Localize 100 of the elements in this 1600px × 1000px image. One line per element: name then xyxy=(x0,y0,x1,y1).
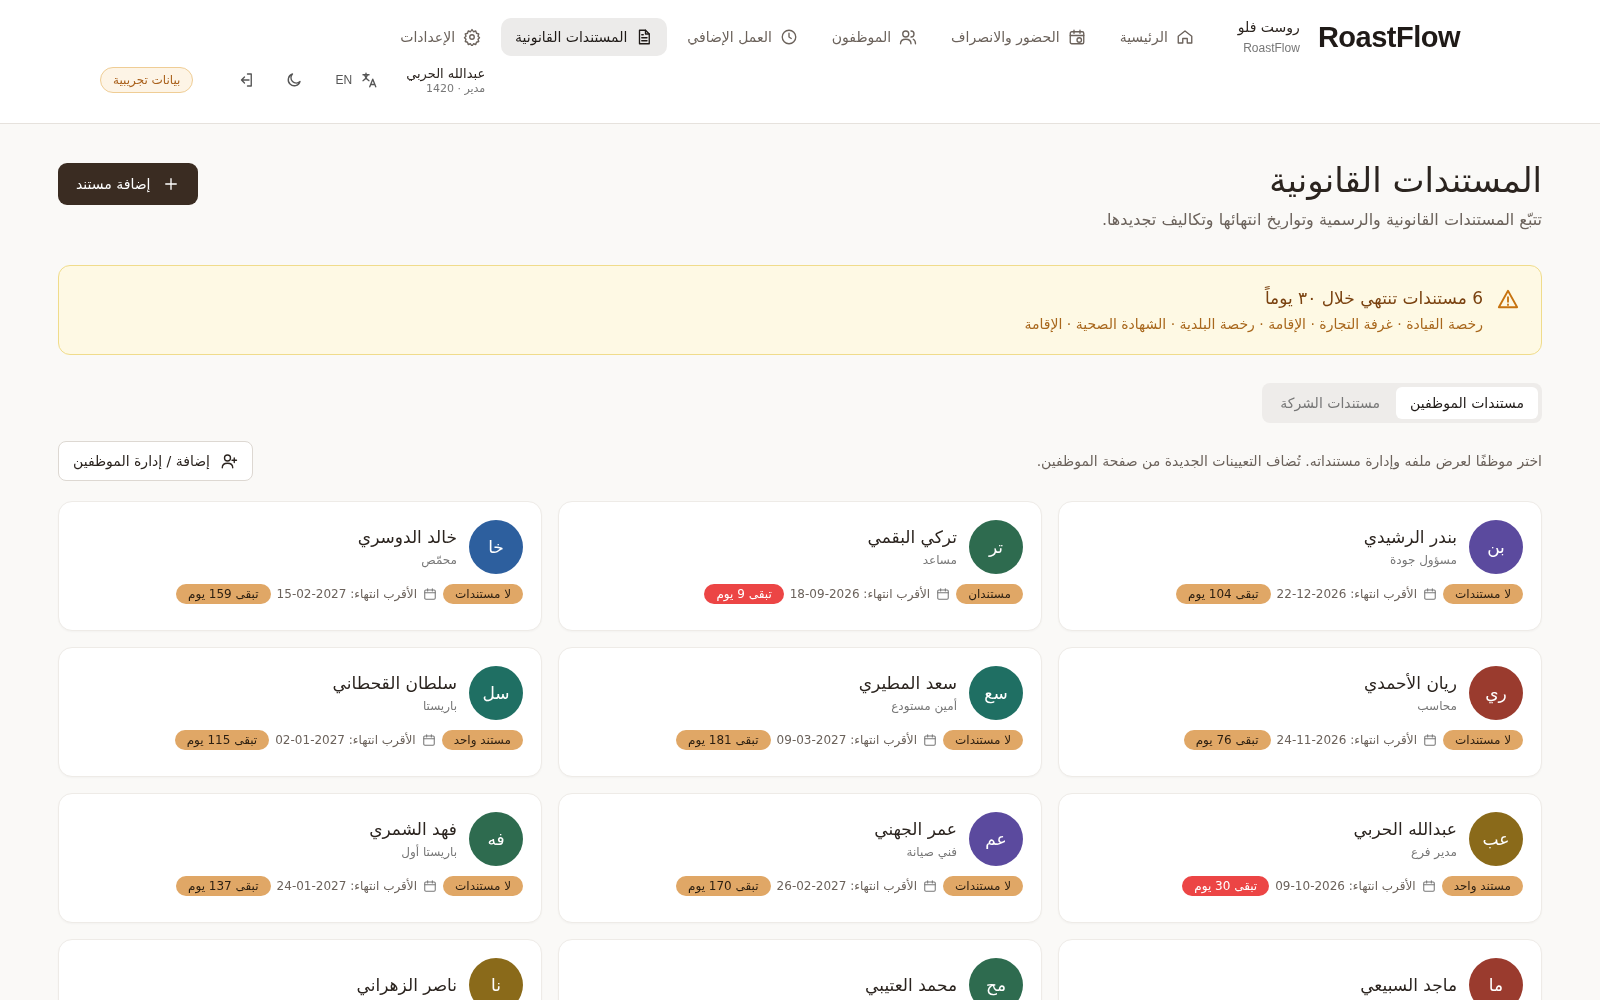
manage-employees-button[interactable]: إضافة / إدارة الموظفين xyxy=(58,441,253,481)
nav-item[interactable]: الإعدادات xyxy=(386,18,496,56)
employee-name: سعد المطيري xyxy=(858,673,957,693)
nav-item[interactable]: الحضور والانصراف xyxy=(937,18,1100,56)
avatar: سل xyxy=(469,666,523,720)
employee-role: مسؤول جودة xyxy=(1389,553,1457,567)
days-remaining: تبقى 159 يوم xyxy=(176,584,271,604)
nav-item[interactable]: المستندات القانونية xyxy=(501,18,668,56)
expiry-date: الأقرب انتهاء: 2027-03-09 xyxy=(776,733,918,747)
calendar-icon xyxy=(936,587,951,601)
expiry-date: الأقرب انتهاء: 2027-02-26 xyxy=(776,879,918,893)
avatar: بن xyxy=(1469,520,1523,574)
add-document-button[interactable]: إضافة مستند xyxy=(58,163,199,205)
employee-name: تركي البقمي xyxy=(867,527,957,547)
nav-item[interactable]: العمل الإضافي xyxy=(673,18,812,56)
employee-card[interactable]: ما ماجد السبيعي xyxy=(1058,939,1542,1000)
employee-role: مساعد xyxy=(921,553,957,567)
days-remaining: تبقى 170 يوم xyxy=(676,876,771,896)
calendar-icon xyxy=(923,879,938,893)
demo-data-badge: بيانات تجريبية xyxy=(100,67,194,94)
employee-name: سلطان القحطاني xyxy=(332,673,457,693)
user-name: عبدالله الحربي xyxy=(406,66,486,82)
employee-card[interactable]: بن بندر الرشيدي مسؤول جودة لا مستندات الأقرب انتهاء: 2026-12-22 تبقى 104 يوم xyxy=(1058,501,1542,631)
avatar: سع xyxy=(969,666,1023,720)
settings-icon xyxy=(463,28,482,46)
expiry-date: الأقرب انتهاء: 2027-01-24 xyxy=(276,879,418,893)
employee-role: محاسب xyxy=(1416,699,1457,713)
employee-role: فني صيانة xyxy=(905,845,957,859)
employee-name: محمد العتيبي xyxy=(865,975,957,995)
days-remaining: تبقى 181 يوم xyxy=(676,730,771,750)
calendar-icon xyxy=(923,733,938,747)
hint-text: اختر موظفًا لعرض ملفه وإدارة مستنداته. تُضاف التعيينات الجديدة من صفحة الموظفين. xyxy=(1036,453,1542,469)
employee-name: فهد الشمري xyxy=(369,819,457,839)
document-count: لا مستندات xyxy=(943,730,1023,750)
avatar: عم xyxy=(969,812,1023,866)
avatar: ري xyxy=(1469,666,1523,720)
employee-card[interactable]: عب عبدالله الحربي مدير فرع مستند واحد الأقرب انتهاء: 2026-10-09 تبقى 30 يوم xyxy=(1058,793,1542,923)
avatar: فه xyxy=(469,812,523,866)
calendar-icon xyxy=(1423,733,1438,747)
days-remaining: تبقى 137 يوم xyxy=(176,876,271,896)
brand-name: روست فلو xyxy=(1237,19,1300,35)
days-remaining: تبقى 30 يوم xyxy=(1182,876,1270,896)
avatar: خا xyxy=(469,520,523,574)
days-remaining: تبقى 115 يوم xyxy=(174,730,270,750)
employee-card[interactable]: سع سعد المطيري أمين مستودع لا مستندات الأقرب انتهاء: 2027-03-09 تبقى 181 يوم xyxy=(558,647,1042,777)
employee-name: ناصر الزهراني xyxy=(356,975,457,995)
alert-details: رخصة القيادة · غرفة التجارة · الإقامة · رخصة البلدية · الشهادة الصحية · الإقامة xyxy=(1024,316,1483,332)
home-icon xyxy=(1175,28,1194,46)
calendar-icon xyxy=(1421,879,1436,893)
nav-item[interactable]: الرئيسية xyxy=(1105,18,1208,56)
employee-name: عبدالله الحربي xyxy=(1353,819,1457,839)
employee-role: مدير فرع xyxy=(1409,845,1457,859)
clock-icon xyxy=(779,28,798,46)
employee-card[interactable]: نا ناصر الزهراني xyxy=(58,939,542,1000)
tab[interactable]: مستندات الموظفين xyxy=(1396,387,1538,419)
document-count: مستندان xyxy=(956,584,1023,604)
language-button[interactable]: EN xyxy=(329,70,385,91)
employee-role: محمّص xyxy=(420,553,457,567)
document-count: مستند واحد xyxy=(1441,876,1523,896)
document-count: لا مستندات xyxy=(443,876,523,896)
employee-card[interactable]: سل سلطان القحطاني باريستا مستند واحد الأقرب انتهاء: 2027-01-02 تبقى 115 يوم xyxy=(58,647,542,777)
employee-role: باريستا أول xyxy=(400,845,457,859)
expiry-date: الأقرب انتهاء: 2027-02-15 xyxy=(276,587,418,601)
logo: RoastFlow xyxy=(1317,20,1460,54)
employee-card[interactable]: عم عمر الجهني فني صيانة لا مستندات الأقرب انتهاء: 2027-02-26 تبقى 170 يوم xyxy=(558,793,1042,923)
employee-name: عمر الجهني xyxy=(874,819,957,839)
days-remaining: تبقى 9 يوم xyxy=(704,584,784,604)
avatar: نا xyxy=(469,958,523,1000)
document-count: لا مستندات xyxy=(943,876,1023,896)
user-plus-icon xyxy=(220,452,238,470)
users-icon xyxy=(899,28,918,46)
employee-card[interactable]: فه فهد الشمري باريستا أول لا مستندات الأقرب انتهاء: 2027-01-24 تبقى 137 يوم xyxy=(58,793,542,923)
document-count: لا مستندات xyxy=(443,584,523,604)
employee-role: باريستا xyxy=(421,699,457,713)
calendar-icon xyxy=(1067,28,1086,46)
document-count: لا مستندات xyxy=(1443,730,1523,750)
tab[interactable]: مستندات الشركة xyxy=(1266,387,1395,419)
days-remaining: تبقى 76 يوم xyxy=(1183,730,1271,750)
employee-card[interactable]: مح محمد العتيبي xyxy=(558,939,1042,1000)
employee-name: ماجد السبيعي xyxy=(1360,975,1457,995)
employee-card[interactable]: ري ريان الأحمدي محاسب لا مستندات الأقرب انتهاء: 2026-11-24 تبقى 76 يوم xyxy=(1058,647,1542,777)
employee-card[interactable]: تر تركي البقمي مساعد مستندان الأقرب انتهاء: 2026-09-18 تبقى 9 يوم xyxy=(558,501,1042,631)
user-role: مدير · 1420 xyxy=(425,81,486,95)
nav-item[interactable]: الموظفون xyxy=(817,18,932,56)
translate-icon xyxy=(360,71,379,90)
page-subtitle: تتبّع المستندات القانونية والرسمية وتواريخ انتهائها وتكاليف تجديدها. xyxy=(1101,210,1542,229)
expiry-date: الأقرب انتهاء: 2026-09-18 xyxy=(789,587,931,601)
alert-title: 6 مستندات تنتهي خلال ٣٠ يوماً xyxy=(1263,288,1483,308)
employee-card[interactable]: خا خالد الدوسري محمّص لا مستندات الأقرب انتهاء: 2027-02-15 تبقى 159 يوم xyxy=(58,501,542,631)
employee-role: أمين مستودع xyxy=(890,699,957,713)
expiry-date: الأقرب انتهاء: 2026-10-09 xyxy=(1275,879,1416,893)
expiry-date: الأقرب انتهاء: 2026-12-22 xyxy=(1276,587,1418,601)
calendar-icon xyxy=(423,587,438,601)
calendar-icon xyxy=(421,733,436,747)
employee-name: ريان الأحمدي xyxy=(1364,673,1457,693)
brand-subtitle: RoastFlow xyxy=(1243,41,1300,55)
employee-name: بندر الرشيدي xyxy=(1363,527,1457,547)
page-title: المستندات القانونية xyxy=(1268,160,1542,200)
calendar-icon xyxy=(423,879,438,893)
avatar: مح xyxy=(969,958,1023,1000)
